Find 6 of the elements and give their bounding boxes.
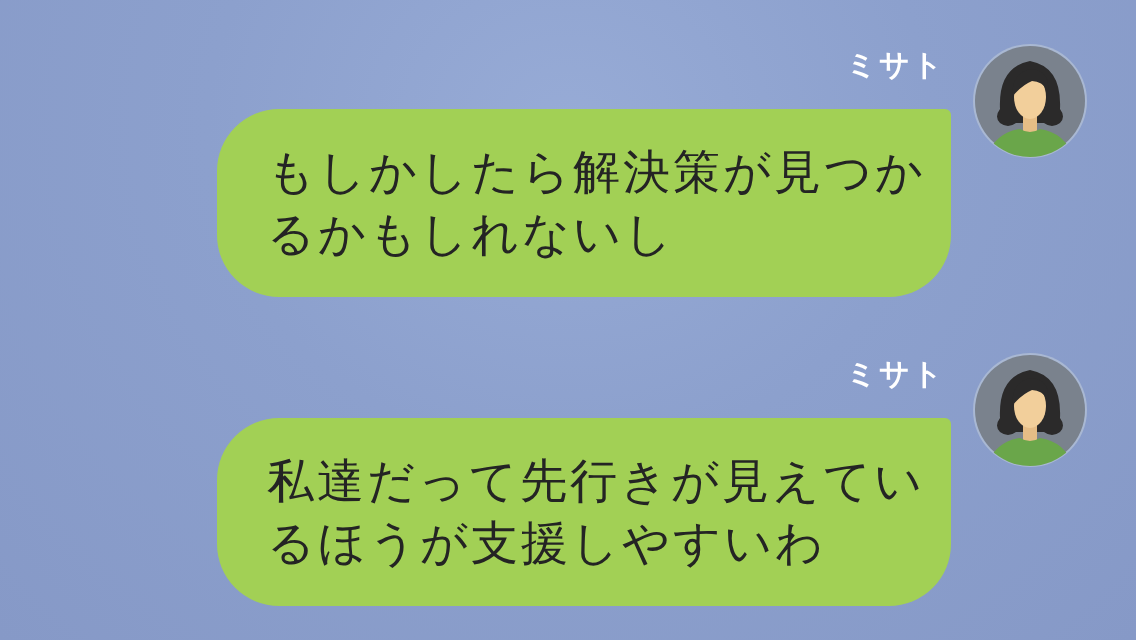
chat-message: 私達だって先行きが見えているほうが支援しやすいわ bbox=[217, 418, 951, 606]
sender-name: ミサト bbox=[846, 356, 945, 392]
sender-name: ミサト bbox=[846, 47, 945, 83]
chat-message: もしかしたら解決策が見つかるかもしれないし bbox=[217, 109, 951, 297]
avatar-icon bbox=[972, 43, 1088, 159]
avatar-icon bbox=[972, 352, 1088, 468]
